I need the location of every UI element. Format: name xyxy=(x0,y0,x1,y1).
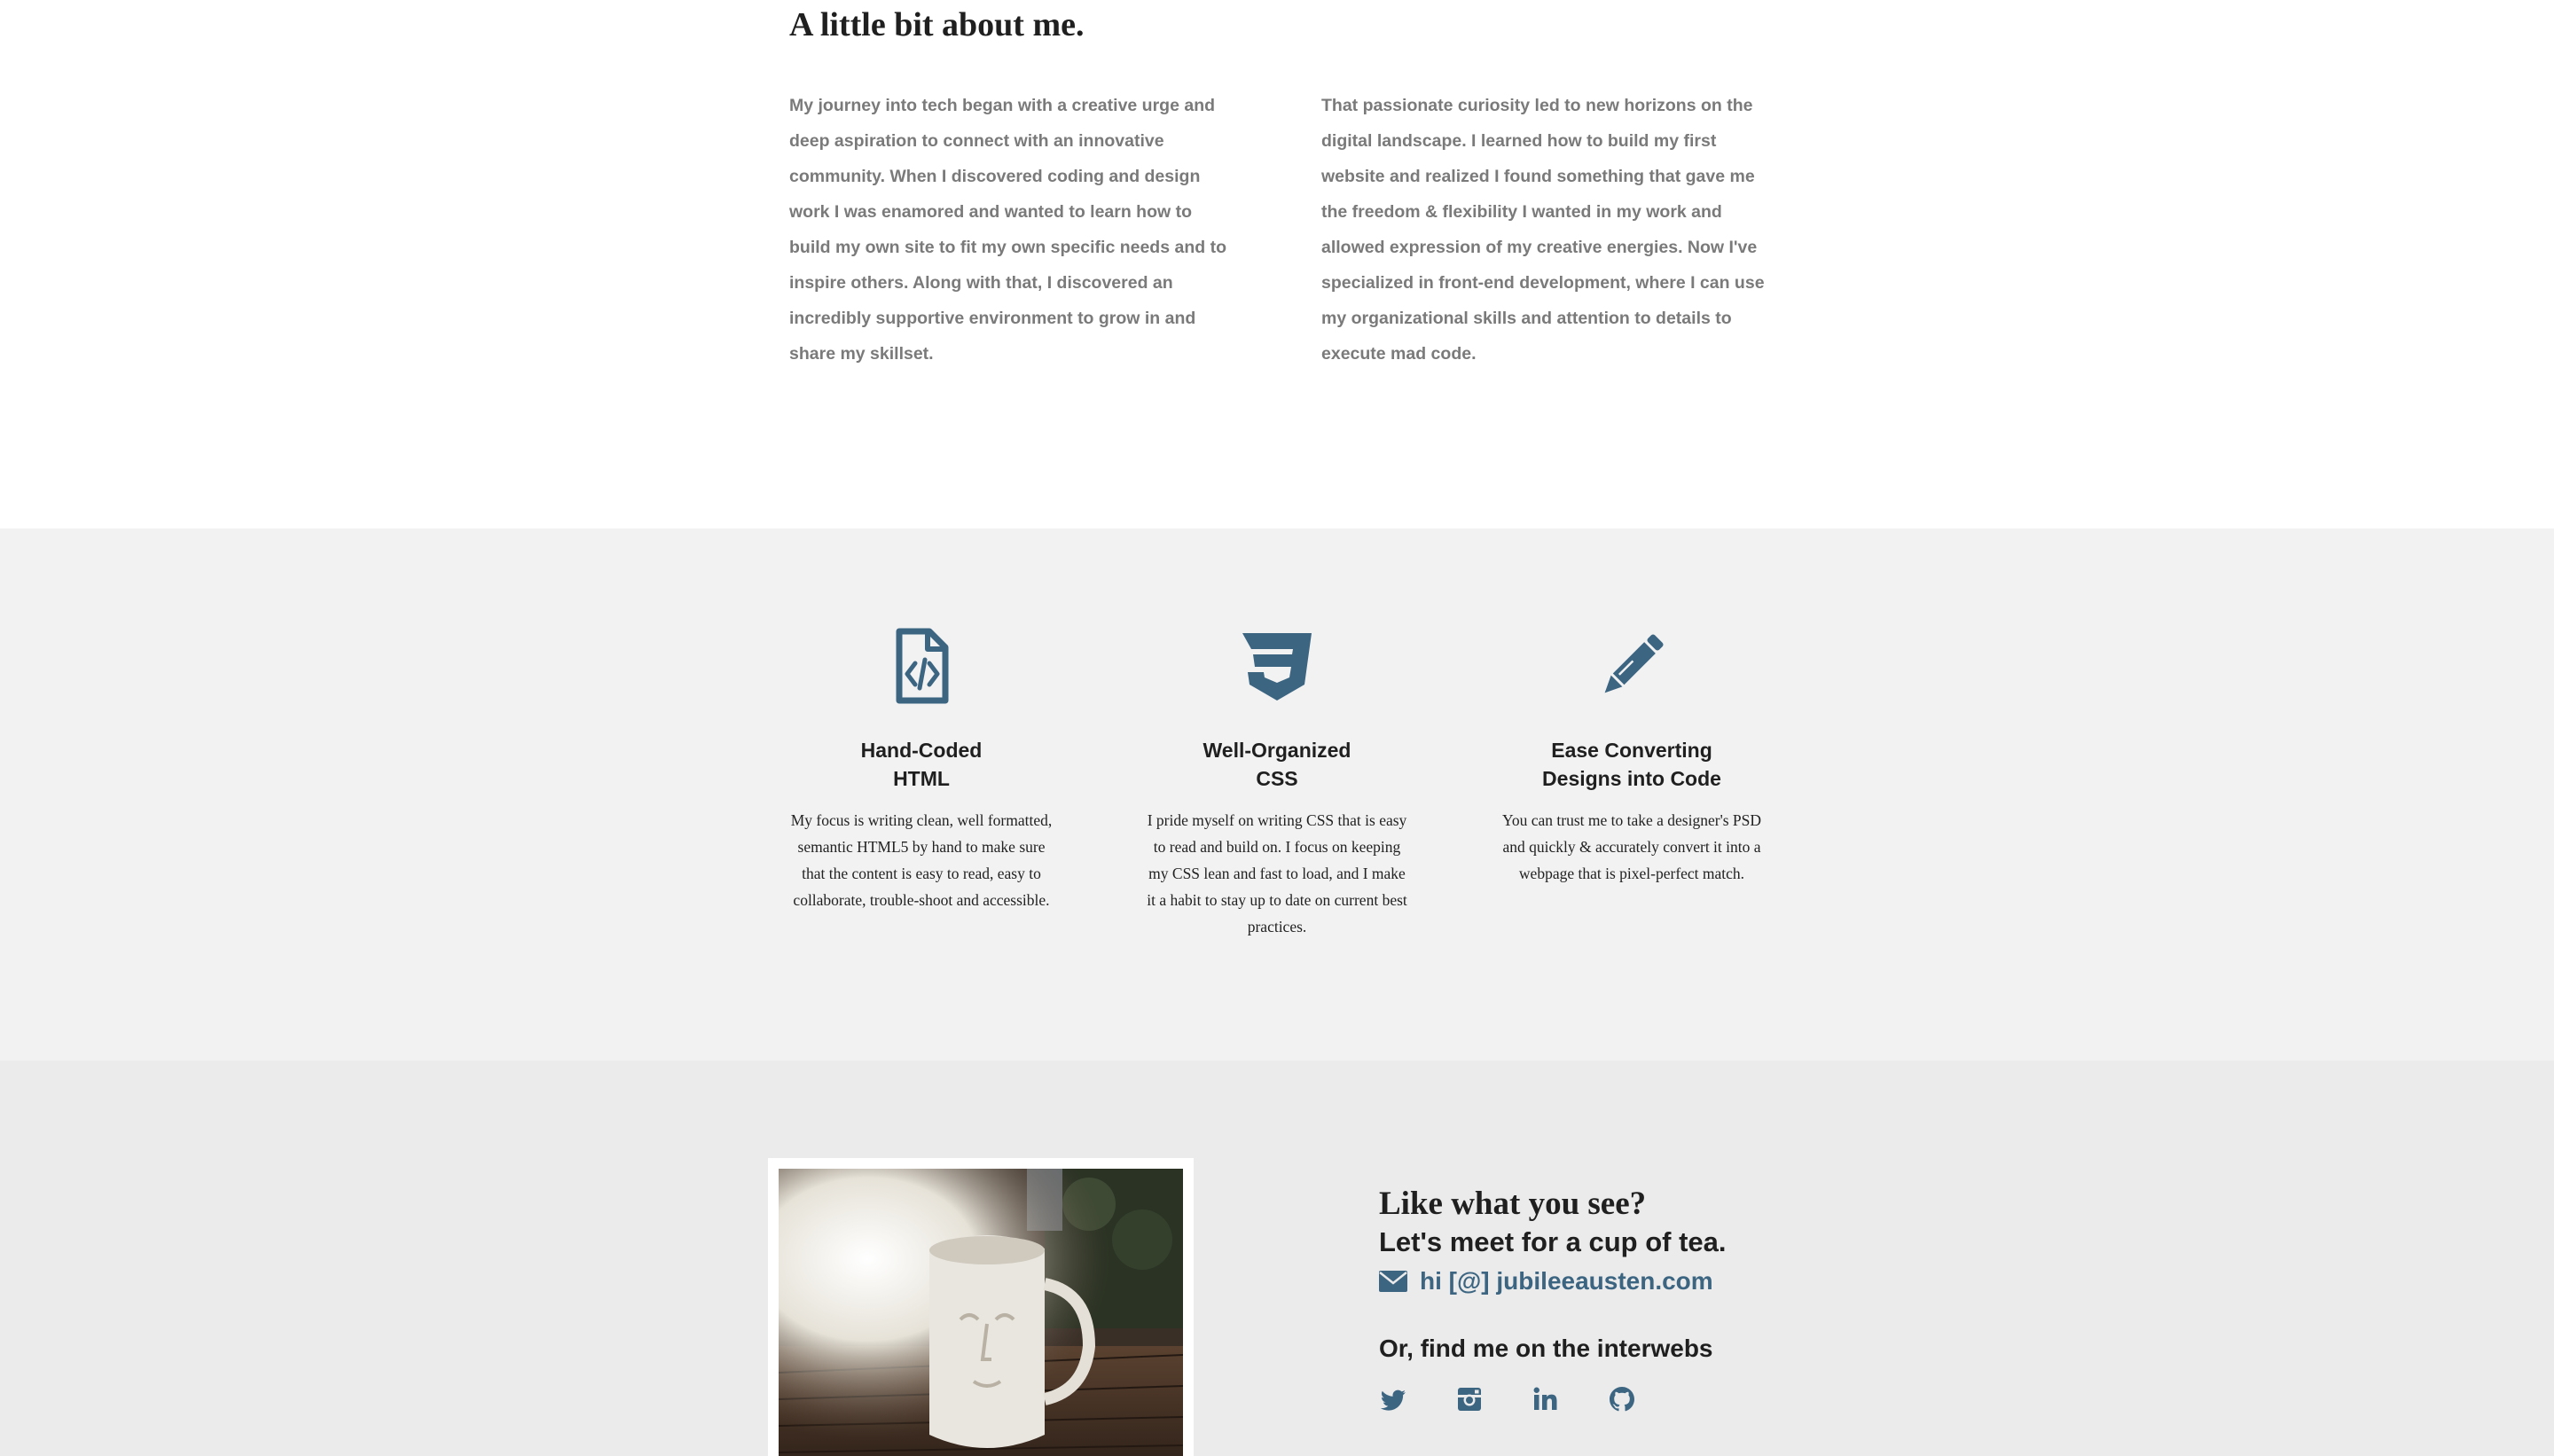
css3-icon xyxy=(1242,633,1312,701)
tea-mug-photo xyxy=(779,1169,1183,1456)
skill-design-to-code: Ease Converting Designs into Code You ca… xyxy=(1494,626,1769,887)
skill-title-line: HTML xyxy=(893,767,950,790)
instagram-link[interactable] xyxy=(1455,1385,1484,1413)
skill-title: Hand-Coded HTML xyxy=(784,736,1059,793)
about-title: A little bit about me. xyxy=(789,6,1085,43)
contact-section: Like what you see? Let's meet for a cup … xyxy=(0,1061,2554,1456)
pencil-icon xyxy=(1604,634,1664,693)
contact-subheading: Let's meet for a cup of tea. xyxy=(1379,1226,1727,1257)
twitter-icon xyxy=(1380,1389,1406,1411)
about-section: A little bit about me. My journey into t… xyxy=(0,0,2554,528)
email-link[interactable]: hi [@] jubileeausten.com xyxy=(1420,1267,1713,1296)
skill-title-line: Designs into Code xyxy=(1542,767,1721,790)
skill-description: You can trust me to take a designer's PS… xyxy=(1501,811,1762,882)
instagram-icon xyxy=(1458,1388,1481,1411)
about-paragraph-right: That passionate curiosity led to new hor… xyxy=(1321,96,1765,364)
skill-title-line: Ease Converting xyxy=(1551,739,1712,762)
github-link[interactable] xyxy=(1608,1385,1636,1413)
skill-description: My focus is writing clean, well formatte… xyxy=(790,811,1053,909)
github-icon xyxy=(1610,1387,1634,1412)
envelope-icon xyxy=(1379,1271,1407,1292)
skill-html: Hand-Coded HTML My focus is writing clea… xyxy=(784,626,1059,913)
skill-title-line: CSS xyxy=(1256,767,1298,790)
skill-description: I pride myself on writing CSS that is ea… xyxy=(1147,811,1407,935)
photo-frame xyxy=(768,1158,1194,1456)
file-code-icon xyxy=(896,628,949,704)
twitter-link[interactable] xyxy=(1379,1385,1407,1413)
skills-section: Hand-Coded HTML My focus is writing clea… xyxy=(0,528,2554,1061)
skill-title-line: Well-Organized xyxy=(1203,739,1351,762)
contact-heading: Like what you see? xyxy=(1379,1186,1647,1222)
skill-title: Well-Organized CSS xyxy=(1140,736,1414,793)
skill-title: Ease Converting Designs into Code xyxy=(1494,736,1769,793)
skill-css: Well-Organized CSS I pride myself on wri… xyxy=(1140,626,1414,940)
social-heading: Or, find me on the interwebs xyxy=(1379,1335,1713,1362)
social-links xyxy=(1379,1385,1684,1413)
email-row: hi [@] jubileeausten.com xyxy=(1379,1263,1713,1300)
skill-title-line: Hand-Coded xyxy=(860,739,983,762)
linkedin-link[interactable] xyxy=(1532,1385,1560,1413)
linkedin-icon xyxy=(1533,1387,1557,1410)
about-paragraph-left: My journey into tech began with a creati… xyxy=(789,96,1226,364)
